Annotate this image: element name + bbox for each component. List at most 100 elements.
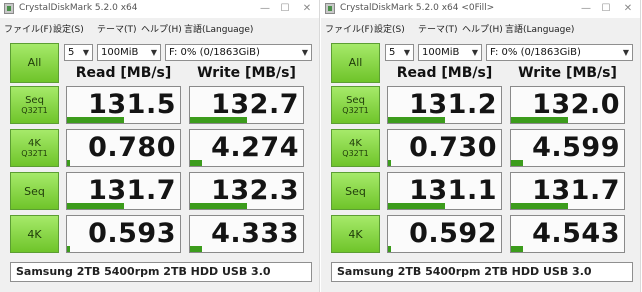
write-header: Write [MB/s] [518,65,617,81]
size-select-value: 100MiB [422,47,460,58]
test-button[interactable]: 4K [10,215,59,253]
menu-bar: ファイル(F) 設定(S) テーマ(T) ヘルプ(H) 言語(Language) [321,19,640,37]
write-result: 132.7 [189,86,304,124]
write-header: Write [MB/s] [197,65,296,81]
read-result: 131.2 [387,86,502,124]
read-value: 131.2 [409,89,497,120]
read-value: 131.5 [88,89,176,120]
crystaldiskmark-app-icon [4,3,14,14]
read-result: 131.1 [387,172,502,210]
size-select-value: 100MiB [101,47,139,58]
chevron-down-icon: ▼ [301,48,309,57]
count-select-value: 5 [68,47,75,58]
test-button-label: 4K [28,138,41,149]
all-button[interactable]: All [331,43,380,83]
test-button-label: Seq [346,95,365,106]
read-level-bar [67,160,71,166]
read-result: 0.592 [387,215,502,253]
read-header: Read [MB/s] [396,65,493,81]
read-value: 0.592 [409,218,497,249]
test-button[interactable]: Seq [10,172,59,210]
chevron-down-icon: ▼ [150,48,158,57]
read-value: 131.1 [409,175,497,206]
test-button[interactable]: Seq [331,172,380,210]
count-select[interactable]: 5 ▼ [64,44,93,61]
menu-item[interactable]: 設定(S) [374,22,405,35]
write-result: 4.333 [189,215,304,253]
right-window: CrystalDiskMark 5.2.0 x64 <0Fill> — ☐ ✕ ファイル… [321,0,641,292]
write-value: 131.7 [532,175,620,206]
chevron-down-icon: ▼ [403,48,411,57]
window-title: CrystalDiskMark 5.2.0 x64 <0Fill> [340,3,495,13]
test-button[interactable]: 4K [331,215,380,253]
test-button[interactable]: Seq Q32T1 [10,86,59,124]
window-title: CrystalDiskMark 5.2.0 x64 [19,3,138,13]
menu-item[interactable]: 言語(Language) [184,22,253,35]
comment-field[interactable]: Samsung 2TB 5400rpm 2TB HDD USB 3.0 [331,262,633,282]
menu-item[interactable]: ヘルプ(H) [462,22,503,35]
write-result: 131.7 [510,172,625,210]
size-select[interactable]: 100MiB ▼ [418,44,482,61]
left-window: CrystalDiskMark 5.2.0 x64 — ☐ ✕ ファイル(F) 設定(S)… [0,0,320,292]
drive-select[interactable]: F: 0% (0/1863GiB) ▼ [165,44,312,61]
minimize-icon[interactable]: — [256,1,274,16]
minimize-icon[interactable]: — [577,1,595,16]
test-button[interactable]: 4K Q32T1 [331,129,380,167]
read-value: 131.7 [88,175,176,206]
count-select-value: 5 [389,47,396,58]
menu-item[interactable]: ファイル(F) [4,22,52,35]
test-button-sublabel: Q32T1 [21,149,48,158]
read-result: 0.780 [66,129,181,167]
menu-bar: ファイル(F) 設定(S) テーマ(T) ヘルプ(H) 言語(Language) [0,19,319,37]
read-value: 0.593 [88,218,176,249]
maximize-icon[interactable]: ☐ [597,1,615,16]
write-value: 4.333 [211,218,299,249]
write-value: 4.274 [211,132,299,163]
read-result: 0.593 [66,215,181,253]
chevron-down-icon: ▼ [471,48,479,57]
write-value: 132.7 [211,89,299,120]
menu-item[interactable]: テーマ(T) [418,22,458,35]
test-button[interactable]: 4K Q32T1 [10,129,59,167]
title-bar: CrystalDiskMark 5.2.0 x64 — ☐ ✕ [0,0,319,18]
menu-item[interactable]: ファイル(F) [325,22,373,35]
crystaldiskmark-app-icon [325,3,335,14]
test-button-label: Seq [24,184,45,198]
drive-select[interactable]: F: 0% (0/1863GiB) ▼ [486,44,633,61]
drive-select-value: F: 0% (0/1863GiB) [490,47,581,58]
menu-item[interactable]: 言語(Language) [505,22,574,35]
write-level-bar [190,160,203,166]
close-icon[interactable]: ✕ [298,1,316,16]
chevron-down-icon: ▼ [622,48,630,57]
read-result: 131.5 [66,86,181,124]
write-result: 132.3 [189,172,304,210]
all-button[interactable]: All [10,43,59,83]
write-value: 132.0 [532,89,620,120]
write-result: 4.274 [189,129,304,167]
count-select[interactable]: 5 ▼ [385,44,414,61]
write-value: 132.3 [211,175,299,206]
read-level-bar [67,246,71,252]
test-button-label: Seq [345,184,366,198]
write-value: 4.543 [532,218,620,249]
menu-item[interactable]: 設定(S) [53,22,84,35]
read-value: 0.780 [88,132,176,163]
comment-field[interactable]: Samsung 2TB 5400rpm 2TB HDD USB 3.0 [10,262,312,282]
write-result: 4.543 [510,215,625,253]
test-button-sublabel: Q32T1 [342,106,369,115]
size-select[interactable]: 100MiB ▼ [97,44,161,61]
maximize-icon[interactable]: ☐ [276,1,294,16]
close-icon[interactable]: ✕ [619,1,637,16]
title-bar: CrystalDiskMark 5.2.0 x64 <0Fill> — ☐ ✕ [321,0,640,18]
read-result: 131.7 [66,172,181,210]
write-level-bar [511,246,524,252]
read-value: 0.730 [409,132,497,163]
read-level-bar [388,160,392,166]
test-button-sublabel: Q32T1 [342,149,369,158]
drive-select-value: F: 0% (0/1863GiB) [169,47,260,58]
write-result: 4.599 [510,129,625,167]
menu-item[interactable]: ヘルプ(H) [141,22,182,35]
menu-item[interactable]: テーマ(T) [97,22,137,35]
read-header: Read [MB/s] [75,65,172,81]
test-button[interactable]: Seq Q32T1 [331,86,380,124]
